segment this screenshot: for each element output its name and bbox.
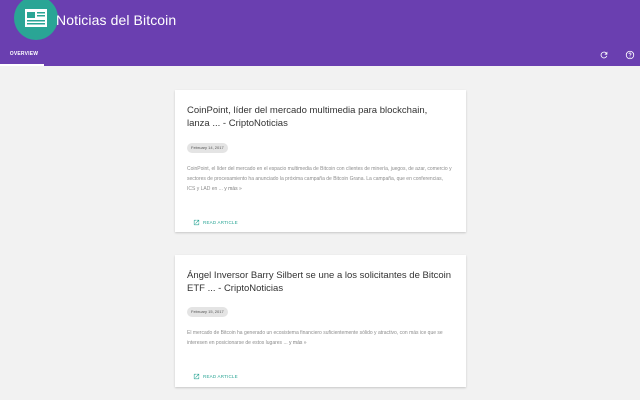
article-summary: El mercado de Bitcoin ha generado un eco… xyxy=(187,328,452,348)
open-in-new-icon xyxy=(193,219,200,226)
tab-bar: OVERVIEW xyxy=(0,42,640,66)
tab-active-indicator xyxy=(0,64,44,66)
article-title[interactable]: Ángel Inversor Barry Silbert se une a lo… xyxy=(187,269,452,295)
app-bar: Noticias del Bitcoin OVERVIEW xyxy=(0,0,640,66)
date-chip: February 14, 2017 xyxy=(187,143,228,153)
open-in-new-icon xyxy=(193,373,200,380)
newspaper-icon xyxy=(14,0,58,40)
article-summary-text: El mercado de Bitcoin ha generado un eco… xyxy=(187,330,443,346)
tab-overview-label: OVERVIEW xyxy=(9,51,39,57)
article-card: CoinPoint, líder del mercado multimedia … xyxy=(175,90,466,232)
more-link[interactable]: y más » xyxy=(224,186,242,192)
article-card: Ángel Inversor Barry Silbert se une a lo… xyxy=(175,255,466,387)
read-article-button[interactable]: READ ARTICLE xyxy=(193,219,238,226)
more-link[interactable]: y más » xyxy=(289,340,307,346)
refresh-icon xyxy=(600,51,608,59)
article-title[interactable]: CoinPoint, líder del mercado multimedia … xyxy=(187,104,452,130)
app-title: Noticias del Bitcoin xyxy=(56,12,177,28)
refresh-button[interactable] xyxy=(598,49,610,61)
article-summary: CoinPoint, el líder del mercado en el es… xyxy=(187,164,452,194)
tab-overview[interactable]: OVERVIEW xyxy=(4,42,44,66)
read-article-button[interactable]: READ ARTICLE xyxy=(193,373,238,380)
help-button[interactable] xyxy=(624,49,636,61)
date-chip: February 15, 2017 xyxy=(187,307,228,317)
read-article-label: READ ARTICLE xyxy=(203,374,238,379)
read-article-label: READ ARTICLE xyxy=(203,220,238,225)
help-icon xyxy=(625,50,635,60)
